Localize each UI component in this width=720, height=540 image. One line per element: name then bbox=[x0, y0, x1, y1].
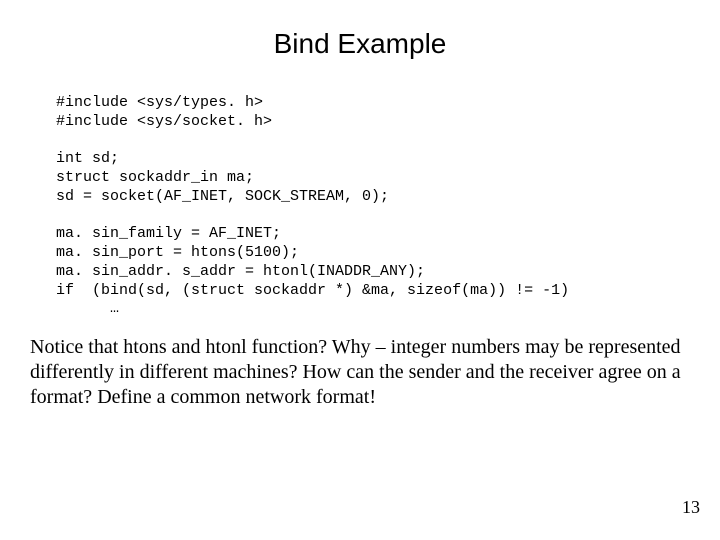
code-block: #include <sys/types. h> #include <sys/so… bbox=[56, 94, 720, 319]
slide-title: Bind Example bbox=[0, 0, 720, 60]
page-number: 13 bbox=[682, 497, 700, 518]
slide: Bind Example #include <sys/types. h> #in… bbox=[0, 0, 720, 540]
explanation-paragraph: Notice that htons and htonl function? Wh… bbox=[30, 335, 684, 410]
